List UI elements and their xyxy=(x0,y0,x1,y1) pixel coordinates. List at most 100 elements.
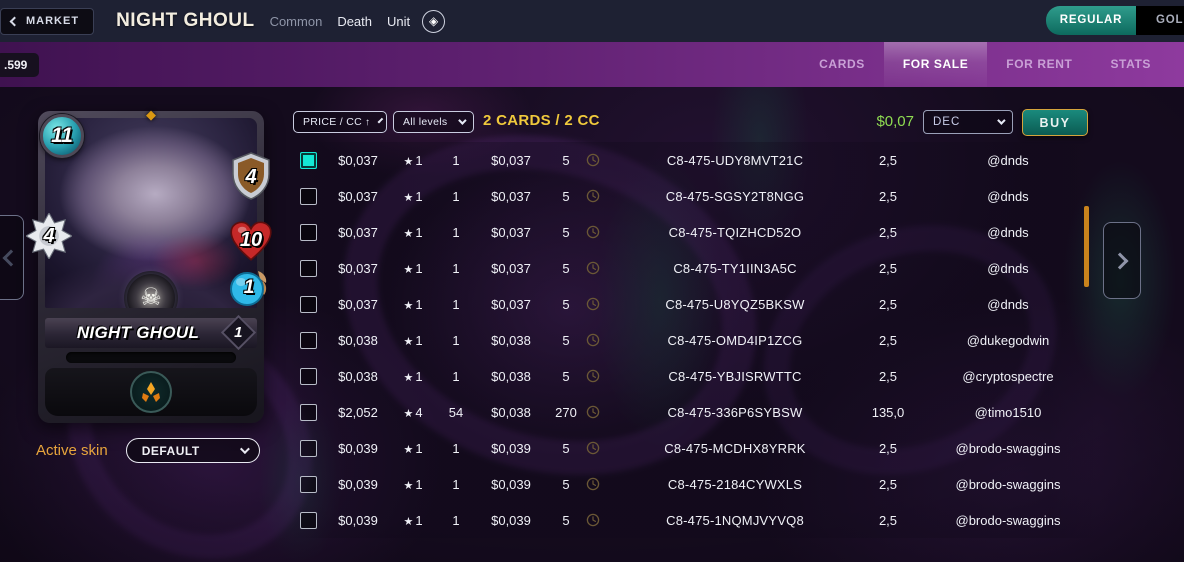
levels-filter-dropdown[interactable]: All levels xyxy=(393,111,474,133)
listing-owner-cell: @brodo-swaggins xyxy=(955,440,1061,456)
sale-listing-row[interactable]: $2,052 ★ 4 54 $0,038 270 C8-475-336P6SYBS… xyxy=(290,394,1098,430)
star-icon: ★ xyxy=(403,191,414,204)
buy-button[interactable]: BUY xyxy=(1022,109,1088,136)
listing-card-id-cell: C8-475-TQIZHCD52O xyxy=(668,224,802,240)
listing-clock-cell xyxy=(586,477,612,491)
listing-price-cell: $0,039 xyxy=(338,512,378,528)
listing-card-id-cell: C8-475-SGSY2T8NGG xyxy=(665,188,805,204)
sale-listing-row[interactable]: $0,037 ★ 1 1 $0,037 5 C8-475-TY1IIN3A5C 2… xyxy=(290,250,1098,286)
sale-table-body: $0,037 ★ 1 1 $0,037 5 C8-475-UDY8MVT21C 2… xyxy=(290,142,1098,538)
market-subnav-bar: .599 CARDS FOR SALE FOR RENT STATS xyxy=(0,42,1184,87)
listing-unit-price-cell: $0,037 xyxy=(491,224,531,240)
listing-quantity-cell: 1 xyxy=(452,440,460,456)
tab-for-sale[interactable]: FOR SALE xyxy=(883,42,988,87)
sale-listing-row[interactable]: $0,038 ★ 1 1 $0,038 5 C8-475-YBJISRWTTC 2… xyxy=(290,358,1098,394)
listing-level-cell: ★ 1 xyxy=(390,297,436,312)
tab-regular-foil[interactable]: REGULAR xyxy=(1046,6,1136,35)
card-preview: ◆ ☠ 11 4 4 10 1 NIGHT GHOUL 1 xyxy=(26,107,272,423)
sale-listing-row[interactable]: $0,037 ★ 1 1 $0,037 5 C8-475-TQIZHCD52O 2… xyxy=(290,214,1098,250)
melee-attack-badge: 4 xyxy=(26,213,72,259)
clock-icon xyxy=(586,333,600,347)
listing-unit-price-cell: $0,038 xyxy=(491,368,531,384)
listing-dec-cell: 2,5 xyxy=(878,188,898,204)
listing-owner-cell: @brodo-swaggins xyxy=(955,512,1061,528)
listing-level-value: 1 xyxy=(415,512,423,528)
listing-level-value: 1 xyxy=(415,332,423,348)
listing-quantity-cell: 54 xyxy=(448,404,464,420)
star-icon: ★ xyxy=(403,515,414,528)
listing-card-id-cell: C8-475-U8YQZ5BKSW xyxy=(665,296,805,312)
table-scrollbar-thumb[interactable] xyxy=(1084,206,1089,287)
listing-clock-cell xyxy=(586,153,612,167)
skin-select-dropdown[interactable]: DEFAULT xyxy=(125,438,260,463)
sale-listing-row[interactable]: $0,037 ★ 1 1 $0,037 5 C8-475-U8YQZ5BKSW 2… xyxy=(290,286,1098,322)
listing-price-cell: $0,039 xyxy=(338,476,378,492)
active-skin-label: Active skin xyxy=(36,442,108,459)
sale-listing-row[interactable]: $0,039 ★ 1 1 $0,039 5 C8-475-2184CYWXLS 2… xyxy=(290,466,1098,502)
back-to-market-button[interactable]: MARKET xyxy=(0,7,95,35)
tab-cards[interactable]: CARDS xyxy=(800,42,884,87)
listing-quantity-cell: 1 xyxy=(452,476,460,492)
listing-dec-cell: 2,5 xyxy=(878,512,898,528)
skin-selected-value: DEFAULT xyxy=(141,443,200,458)
listing-level-cell: ★ 1 xyxy=(390,369,436,384)
card-level-value: 1 xyxy=(234,324,243,341)
listing-cc-cell: 5 xyxy=(562,296,570,312)
listing-dec-cell: 2,5 xyxy=(878,476,898,492)
listing-dec-cell: 2,5 xyxy=(878,152,898,168)
listing-level-cell: ★ 1 xyxy=(390,153,436,168)
tab-for-rent[interactable]: FOR RENT xyxy=(987,42,1091,87)
listing-owner-cell: @dnds xyxy=(987,260,1029,276)
listing-clock-cell xyxy=(586,405,612,419)
listing-unit-price-cell: $0,039 xyxy=(491,512,531,528)
row-checkbox[interactable] xyxy=(300,331,317,349)
row-checkbox[interactable] xyxy=(300,295,317,313)
listing-unit-price-cell: $0,039 xyxy=(491,476,531,492)
listing-clock-cell xyxy=(586,189,612,203)
next-card-arrow-button[interactable] xyxy=(1103,222,1141,299)
row-checkbox[interactable] xyxy=(300,367,317,385)
chevron-down-icon xyxy=(377,117,384,124)
listing-level-cell: ★ 1 xyxy=(390,189,436,204)
listing-card-id-cell: C8-475-OMD4IP1ZCG xyxy=(667,332,803,348)
listing-card-id-cell: C8-475-336P6SYBSW xyxy=(667,404,803,420)
sale-listing-row[interactable]: $0,039 ★ 1 1 $0,039 5 C8-475-MCDHX8YRRK 2… xyxy=(290,430,1098,466)
sort-ascending-icon: ↑ xyxy=(365,116,371,128)
row-checkbox[interactable] xyxy=(300,223,317,241)
card-level-diamond: 1 xyxy=(220,314,257,351)
listing-quantity-cell: 1 xyxy=(452,224,460,240)
row-checkbox[interactable] xyxy=(300,259,317,277)
listing-clock-cell xyxy=(586,261,612,275)
tab-gold-foil[interactable]: GOLD xyxy=(1136,6,1184,35)
chevron-down-icon xyxy=(997,116,1006,125)
listing-clock-cell xyxy=(586,333,612,347)
currency-dropdown[interactable]: DEC xyxy=(923,110,1013,134)
sale-listing-row[interactable]: $0,038 ★ 1 1 $0,038 5 C8-475-OMD4IP1ZCG 2… xyxy=(290,322,1098,358)
death-splinter-icon: ☠ xyxy=(127,274,175,308)
tab-stats[interactable]: STATS xyxy=(1091,42,1170,87)
row-checkbox[interactable] xyxy=(300,403,317,421)
listing-dec-cell: 2,5 xyxy=(878,296,898,312)
sale-listing-row[interactable]: $0,039 ★ 1 1 $0,039 5 C8-475-1NQMJVYVQ8 2… xyxy=(290,502,1098,538)
listing-unit-price-cell: $0,038 xyxy=(491,332,531,348)
sort-dropdown[interactable]: PRICE / CC ↑ xyxy=(293,111,387,133)
listing-quantity-cell: 1 xyxy=(452,368,460,384)
listing-owner-cell: @brodo-swaggins xyxy=(955,476,1061,492)
row-checkbox[interactable] xyxy=(300,439,317,457)
row-checkbox[interactable] xyxy=(300,151,317,169)
listing-level-value: 1 xyxy=(415,188,423,204)
listing-unit-price-cell: $0,037 xyxy=(491,296,531,312)
health-stat-value: 10 xyxy=(239,228,263,251)
row-checkbox[interactable] xyxy=(300,187,317,205)
sale-listing-row[interactable]: $0,037 ★ 1 1 $0,037 5 C8-475-SGSY2T8NGG 2… xyxy=(290,178,1098,214)
row-checkbox[interactable] xyxy=(300,475,317,493)
chevron-left-icon xyxy=(2,249,20,266)
card-footer xyxy=(45,368,257,416)
sale-listing-row[interactable]: $0,037 ★ 1 1 $0,037 5 C8-475-UDY8MVT21C 2… xyxy=(290,142,1098,178)
previous-card-arrow-button[interactable] xyxy=(0,215,24,300)
star-icon: ★ xyxy=(403,263,414,276)
row-checkbox[interactable] xyxy=(300,511,317,529)
active-skin-row: Active skin DEFAULT xyxy=(36,438,260,463)
subnav-tabs: CARDS FOR SALE FOR RENT STATS xyxy=(800,42,1170,87)
listing-level-cell: ★ 4 xyxy=(390,405,436,420)
